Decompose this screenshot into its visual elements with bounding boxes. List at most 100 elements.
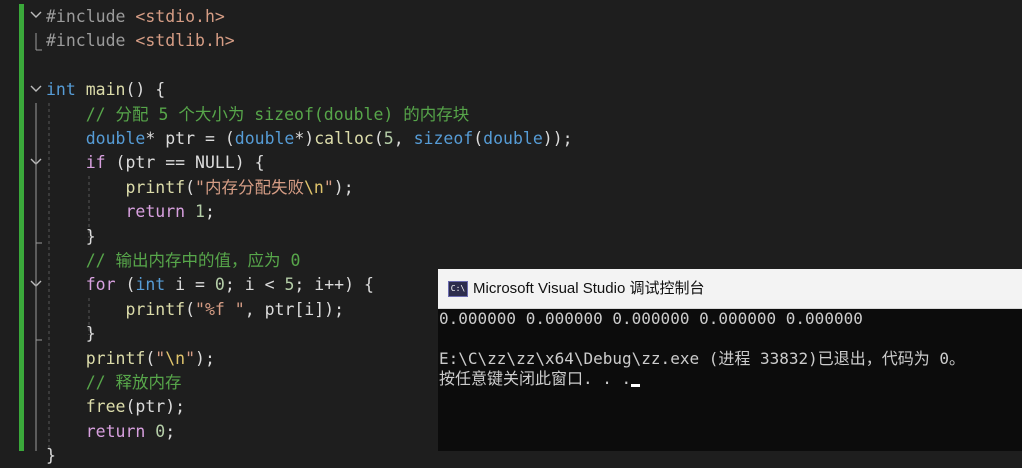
- code-token: 0: [155, 421, 166, 441]
- code-token: #include: [46, 31, 136, 51]
- code-line[interactable]: // 分配 5 个大小为 sizeof(double) 的内存块: [0, 103, 1022, 127]
- code-token: double: [234, 129, 295, 148]
- console-output-line: E:\C\zz\zz\x64\Debug\zz.exe (进程 33832)已退…: [439, 349, 966, 368]
- code-line-text: }: [46, 225, 96, 249]
- code-token: free: [85, 397, 126, 417]
- code-line-text: // 输出内存中的值，应为 0: [46, 249, 301, 273]
- code-line-text: // 分配 5 个大小为 sizeof(double) 的内存块: [46, 103, 470, 127]
- code-token: (: [473, 129, 484, 148]
- console-app-icon: C:\: [448, 281, 468, 297]
- console-output-line: 按任意键关闭此窗口. . .: [439, 369, 632, 388]
- code-token: i =: [165, 275, 215, 295]
- code-token: calloc: [314, 129, 374, 148]
- debug-console-window[interactable]: C:\ Microsoft Visual Studio 调试控制台 0.0000…: [438, 269, 1022, 451]
- code-line-text: printf("\n");: [46, 347, 215, 371]
- code-token: () {: [125, 80, 166, 100]
- code-line-text: #include <stdio.h>: [46, 5, 225, 29]
- code-token: sizeof: [413, 129, 474, 148]
- code-token: }: [46, 324, 96, 344]
- code-line-text: for (int i = 0; i < 5; i++) {: [46, 273, 374, 297]
- code-line-text: printf("%f ", ptr[i]);: [46, 298, 344, 322]
- code-token: *): [294, 129, 315, 148]
- code-line[interactable]: [0, 54, 1022, 78]
- code-token: printf: [125, 177, 186, 197]
- code-token: (: [145, 348, 156, 368]
- code-line[interactable]: #include <stdio.h>: [0, 5, 1022, 29]
- code-token: ": [185, 348, 196, 368]
- code-token: // 释放内存: [46, 373, 182, 392]
- code-token: for: [85, 275, 116, 295]
- code-line[interactable]: #include <stdlib.h>: [0, 29, 1022, 53]
- code-token: 5: [383, 129, 394, 148]
- code-line-text: if (ptr == NULL) {: [46, 151, 265, 175]
- code-token: "%f ": [195, 299, 245, 319]
- code-token: (ptr);: [125, 397, 186, 417]
- code-token: 1: [195, 202, 205, 222]
- code-token: );: [333, 177, 354, 197]
- code-token: if: [85, 153, 106, 173]
- console-output[interactable]: 0.000000 0.000000 0.000000 0.000000 0.00…: [439, 309, 965, 389]
- code-token: 0: [214, 275, 225, 295]
- code-token: ; i <: [224, 275, 285, 295]
- code-line-text: int main() {: [46, 78, 165, 102]
- code-token: ,: [393, 129, 414, 148]
- code-token: "内存分配失败: [195, 177, 304, 197]
- code-token: (: [185, 299, 196, 319]
- code-line[interactable]: printf("内存分配失败\n");: [0, 176, 1022, 200]
- code-token: main: [75, 80, 126, 100]
- code-token: , ptr[i]);: [244, 299, 345, 319]
- console-title-bar[interactable]: C:\ Microsoft Visual Studio 调试控制台: [438, 269, 1022, 309]
- code-line-text: #include <stdlib.h>: [46, 29, 235, 53]
- code-line[interactable]: }: [0, 225, 1022, 249]
- code-token: <stdio.h>: [135, 7, 225, 26]
- code-line-text: printf("内存分配失败\n");: [46, 176, 354, 200]
- console-output-line: 0.000000 0.000000 0.000000 0.000000 0.00…: [439, 309, 863, 328]
- code-token: // 分配 5 个大小为 sizeof(double) 的内存块: [46, 104, 470, 124]
- code-line-text: }: [46, 444, 56, 468]
- code-line-text: // 释放内存: [46, 371, 182, 395]
- code-token: double: [483, 129, 543, 148]
- code-line[interactable]: int main() {: [0, 78, 1022, 102]
- code-line[interactable]: return 1;: [0, 200, 1022, 224]
- code-token: }: [46, 226, 96, 246]
- code-token: int: [46, 80, 76, 100]
- code-token: ": [323, 177, 334, 197]
- code-token: // 输出内存中的值，应为 0: [46, 251, 301, 270]
- code-line-text: return 1;: [46, 200, 214, 224]
- code-line-text: return 0;: [46, 420, 175, 444]
- code-token: ; i++) {: [294, 275, 374, 295]
- code-token: <stdlib.h>: [135, 31, 235, 51]
- code-token: (ptr == NULL) {: [105, 153, 265, 173]
- code-token: (: [373, 129, 384, 148]
- code-token: * ptr = (: [145, 129, 235, 148]
- code-line-text: double* ptr = (double*)calloc(5, sizeof(…: [46, 127, 573, 151]
- code-line[interactable]: double* ptr = (double*)calloc(5, sizeof(…: [0, 127, 1022, 151]
- code-token: ": [155, 348, 166, 368]
- code-token: return: [85, 421, 146, 441]
- code-line-text: free(ptr);: [46, 395, 185, 419]
- code-line-text: }: [46, 322, 96, 346]
- code-token: int: [135, 275, 166, 295]
- code-line[interactable]: if (ptr == NULL) {: [0, 151, 1022, 175]
- code-token: ;: [165, 421, 176, 441]
- code-token: (: [185, 177, 196, 197]
- code-token: (: [115, 275, 136, 295]
- code-token: 5: [284, 275, 295, 295]
- code-token: );: [195, 348, 215, 368]
- code-token: ));: [542, 129, 573, 148]
- code-token: #include: [46, 7, 136, 26]
- code-token: \n: [165, 348, 186, 368]
- code-token: }: [46, 446, 56, 466]
- code-token: printf: [85, 348, 146, 368]
- console-title: Microsoft Visual Studio 调试控制台: [473, 280, 705, 297]
- code-token: \n: [303, 177, 324, 197]
- code-token: double: [85, 129, 146, 148]
